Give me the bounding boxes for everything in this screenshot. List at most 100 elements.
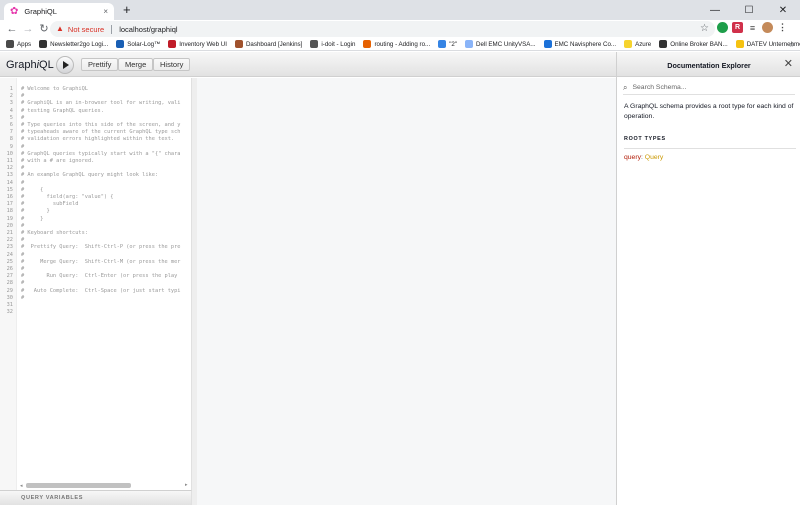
scrollbar-thumb[interactable] bbox=[26, 483, 131, 488]
bookmark-label: Dell EMC UnityVSA... bbox=[476, 40, 536, 48]
line-number: 24 bbox=[6, 251, 13, 258]
line-number: 11 bbox=[6, 158, 13, 164]
editor-line: 32 bbox=[0, 309, 13, 316]
bookmark-item[interactable]: Newsletter2go Logi... bbox=[39, 40, 108, 48]
line-number: 16 bbox=[6, 194, 13, 200]
bookmarks-overflow-button[interactable]: » bbox=[790, 38, 794, 51]
browser-toolbar: ← → ↻ ▲ Not secure localhost/graphiql ☆ … bbox=[0, 20, 800, 38]
line-number: 12 bbox=[6, 165, 13, 172]
code-text: # field(arg: "value") { bbox=[21, 194, 114, 200]
editor-line: 24 # bbox=[0, 251, 25, 259]
bookmark-item[interactable]: Azure bbox=[624, 40, 651, 48]
line-number: 30 bbox=[6, 294, 13, 301]
scroll-right-arrow-icon[interactable]: ▸ bbox=[185, 482, 188, 488]
warning-icon: ▲ bbox=[56, 24, 64, 33]
minimize-button[interactable]: — bbox=[698, 0, 732, 20]
documentation-explorer: Documentation Explorer ✕ ⌕ A GraphQL sch… bbox=[616, 52, 800, 505]
bookmark-item[interactable]: "2" bbox=[438, 40, 457, 48]
editor-line: 4 # testing GraphQL queries. bbox=[0, 108, 104, 115]
schema-description: A GraphQL schema provides a root type fo… bbox=[624, 103, 794, 120]
line-number: 13 bbox=[6, 172, 13, 179]
line-number: 28 bbox=[6, 280, 13, 287]
bookmark-favicon-icon bbox=[624, 40, 633, 48]
code-text: # Auto Complete: Ctrl-Space (or just sta… bbox=[21, 287, 181, 294]
code-text: # bbox=[21, 251, 25, 258]
line-number: 32 bbox=[6, 309, 13, 316]
line-number: 21 bbox=[6, 230, 13, 236]
profile-avatar[interactable] bbox=[762, 22, 773, 33]
editor-line: 16 # field(arg: "value") { bbox=[0, 194, 114, 201]
bookmark-item[interactable]: routing - Adding ro... bbox=[363, 40, 430, 48]
editor-line: 2 # bbox=[0, 93, 24, 100]
code-text: # bbox=[21, 165, 25, 172]
root-types-heading: ROOT TYPES bbox=[624, 136, 796, 149]
bookmark-item[interactable]: EMC Navisphere Co... bbox=[543, 40, 617, 48]
bookmark-favicon-icon bbox=[543, 40, 552, 48]
bookmark-item[interactable]: Apps bbox=[6, 40, 31, 48]
address-bar[interactable]: ▲ Not secure localhost/graphiql ☆ bbox=[50, 21, 715, 37]
not-secure-label[interactable]: Not secure bbox=[68, 25, 104, 34]
merge-button[interactable]: Merge bbox=[118, 58, 154, 71]
line-number: 23 bbox=[6, 244, 13, 251]
query-editor[interactable]: 1 # Welcome to GraphiQL 2 #3 # GraphiQL is a… bbox=[0, 78, 192, 490]
bookmark-item[interactable]: Online Broker BAN... bbox=[659, 40, 728, 48]
code-text: # Welcome to GraphiQL bbox=[21, 86, 88, 92]
line-number: 6 bbox=[9, 122, 13, 128]
extension-green-icon[interactable] bbox=[717, 22, 728, 33]
editor-line: 7 # typeaheads aware of the current Graph… bbox=[0, 129, 181, 136]
search-schema-input[interactable] bbox=[632, 84, 783, 91]
media-list-icon[interactable]: ≡ bbox=[747, 22, 758, 33]
bookmark-item[interactable]: Solar-Log™ bbox=[116, 40, 160, 48]
tab-close-icon[interactable]: × bbox=[103, 7, 108, 16]
bookmark-star-icon[interactable]: ☆ bbox=[700, 23, 709, 34]
bookmark-label: routing - Adding ro... bbox=[374, 40, 431, 48]
bookmark-item[interactable]: i-doit - Login bbox=[310, 40, 355, 48]
forward-button[interactable]: → bbox=[20, 20, 36, 38]
code-text: # subField bbox=[21, 201, 79, 208]
bookmark-favicon-icon bbox=[310, 40, 319, 48]
editor-line: 23 # Prettify Query: Shift-Ctrl-P (or pre… bbox=[0, 244, 181, 251]
line-number: 18 bbox=[6, 208, 13, 215]
editor-line: 8 # validation errors highlighted within … bbox=[0, 136, 174, 143]
doc-explorer-close-icon[interactable]: ✕ bbox=[784, 58, 793, 70]
bookmark-item[interactable]: Inventory Web UI bbox=[168, 40, 227, 48]
line-number: 5 bbox=[9, 114, 13, 121]
scroll-left-arrow-icon[interactable]: ◂ bbox=[20, 483, 25, 489]
line-number: 7 bbox=[9, 129, 13, 136]
maximize-button[interactable]: ☐ bbox=[732, 0, 766, 20]
bookmark-label: EMC Navisphere Co... bbox=[554, 40, 617, 48]
root-type-type-link[interactable]: Query bbox=[645, 154, 664, 161]
bookmark-label: Newsletter2go Logi... bbox=[50, 40, 109, 48]
query-variables-bar[interactable]: QUERY VARIABLES bbox=[0, 490, 192, 505]
schema-search: ⌕ bbox=[623, 81, 795, 95]
bookmarks-bar: Apps Newsletter2go Logi... Solar-Log™ Inven… bbox=[0, 38, 800, 51]
line-number: 20 bbox=[6, 222, 13, 229]
menu-kebab-icon[interactable]: ⋮ bbox=[777, 22, 788, 33]
url-text[interactable]: localhost/graphiql bbox=[119, 25, 177, 34]
history-button[interactable]: History bbox=[153, 58, 191, 71]
editor-line: 18 # } bbox=[0, 208, 50, 215]
close-window-button[interactable]: ✕ bbox=[766, 0, 800, 20]
root-type-field-name[interactable]: query bbox=[624, 154, 641, 161]
code-text: # bbox=[21, 114, 25, 121]
line-number: 3 bbox=[9, 100, 13, 107]
code-text: # } bbox=[21, 208, 50, 215]
doc-explorer-header: Documentation Explorer ✕ bbox=[617, 52, 800, 77]
browser-tab[interactable]: ✿ GraphiQL × bbox=[4, 3, 114, 20]
editor-line: 15 # { bbox=[0, 187, 44, 194]
editor-line: 12 # bbox=[0, 165, 25, 172]
line-number: 25 bbox=[6, 258, 13, 265]
prettify-button[interactable]: Prettify bbox=[81, 58, 119, 71]
execute-query-button[interactable] bbox=[56, 56, 74, 74]
bookmark-item[interactable]: Dell EMC UnityVSA... bbox=[465, 40, 536, 48]
line-number: 17 bbox=[6, 201, 13, 208]
bookmark-item[interactable]: Dashboard [Jenkins] bbox=[234, 40, 302, 48]
code-text: # bbox=[21, 93, 25, 100]
new-tab-button[interactable]: + bbox=[123, 2, 131, 18]
code-text: # Merge Query: Shift-Ctrl-M (or press th… bbox=[21, 258, 181, 265]
back-button[interactable]: ← bbox=[4, 20, 20, 38]
extension-r-icon[interactable]: R bbox=[732, 22, 743, 33]
bookmark-favicon-icon bbox=[116, 40, 125, 48]
code-text: # Type queries into this side of the scr… bbox=[21, 122, 181, 128]
editor-line: 21 # Keyboard shortcuts: bbox=[0, 230, 88, 237]
